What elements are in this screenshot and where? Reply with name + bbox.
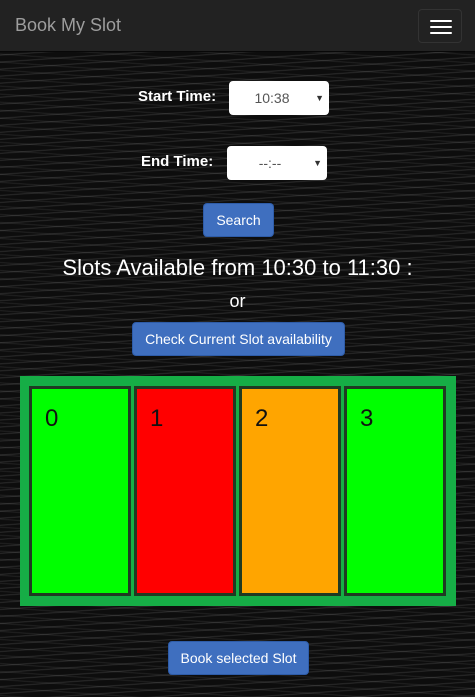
book-slot-button[interactable]: Book selected Slot xyxy=(168,641,309,675)
end-time-value: --:-- xyxy=(258,155,282,171)
navbar: Book My Slot xyxy=(0,0,475,52)
dropdown-caret-icon: ▼ xyxy=(315,93,324,103)
start-time-label: Start Time: xyxy=(138,88,217,105)
availability-heading: Slots Available from 10:30 to 11:30 : xyxy=(62,255,413,280)
slot-number: 1 xyxy=(150,405,164,432)
start-time-value: 10:38 xyxy=(254,90,290,106)
slots-container: 0 1 2 3 xyxy=(20,376,456,606)
or-text: or xyxy=(229,291,246,311)
slot-number: 3 xyxy=(360,405,374,432)
brand-title[interactable]: Book My Slot xyxy=(15,15,121,36)
end-time-label: End Time: xyxy=(141,153,214,170)
slot-number: 0 xyxy=(45,405,59,432)
slot-number: 2 xyxy=(255,405,269,432)
end-time-input[interactable]: --:-- ▼ xyxy=(227,146,327,180)
check-availability-button[interactable]: Check Current Slot availability xyxy=(132,322,345,356)
menu-toggle-button[interactable] xyxy=(418,9,462,43)
slot-2[interactable]: 2 xyxy=(239,386,341,596)
search-button[interactable]: Search xyxy=(203,203,274,237)
slot-0[interactable]: 0 xyxy=(29,386,131,596)
dropdown-caret-icon: ▼ xyxy=(313,158,322,168)
slot-3[interactable]: 3 xyxy=(344,386,446,596)
slot-1[interactable]: 1 xyxy=(134,386,236,596)
start-time-input[interactable]: 10:38 ▼ xyxy=(229,81,329,115)
